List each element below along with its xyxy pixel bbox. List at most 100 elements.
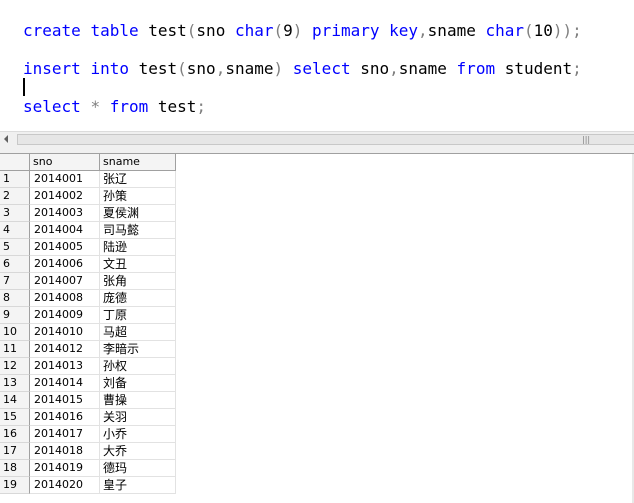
results-grid[interactable]: sno sname 1 2014001 张辽 2 2014002 孙策 3 2014003 夏侯… [0, 154, 634, 503]
cell-sno[interactable]: 2014008 [30, 290, 100, 307]
sql-keyword: char [234, 21, 274, 40]
cell-sname[interactable]: 曹操 [100, 392, 176, 409]
table-row[interactable]: 9 2014009 丁原 [0, 307, 176, 324]
table-row[interactable]: 1 2014001 张辽 [0, 171, 176, 188]
cell-sno[interactable]: 2014012 [30, 341, 100, 358]
row-number[interactable]: 13 [0, 375, 30, 392]
row-number[interactable]: 15 [0, 409, 30, 426]
cell-sno[interactable]: 2014019 [30, 460, 100, 477]
table-row[interactable]: 17 2014018 大乔 [0, 443, 176, 460]
row-number[interactable]: 17 [0, 443, 30, 460]
grid-corner[interactable] [0, 154, 30, 171]
scroll-left-arrow-icon[interactable] [4, 135, 8, 143]
cell-sno[interactable]: 2014009 [30, 307, 100, 324]
sql-operator: ) [273, 59, 284, 78]
pane-splitter[interactable] [0, 147, 634, 154]
sql-keyword: from [456, 59, 496, 78]
cell-sname[interactable]: 文丑 [100, 256, 176, 273]
sql-token: test [128, 59, 178, 78]
table-row[interactable]: 7 2014007 张角 [0, 273, 176, 290]
table-row[interactable]: 13 2014014 刘备 [0, 375, 176, 392]
row-number[interactable]: 19 [0, 477, 30, 494]
cell-sname[interactable]: 小乔 [100, 426, 176, 443]
cell-sno[interactable]: 2014007 [30, 273, 100, 290]
row-number[interactable]: 5 [0, 239, 30, 256]
cell-sname[interactable]: 马超 [100, 324, 176, 341]
cell-sno[interactable]: 2014015 [30, 392, 100, 409]
table-row[interactable]: 2 2014002 孙策 [0, 188, 176, 205]
row-number[interactable]: 4 [0, 222, 30, 239]
row-number[interactable]: 10 [0, 324, 30, 341]
cell-sname[interactable]: 夏侯渊 [100, 205, 176, 222]
cell-sno[interactable]: 2014017 [30, 426, 100, 443]
cell-sno[interactable]: 2014018 [30, 443, 100, 460]
cell-sname[interactable]: 张辽 [100, 171, 176, 188]
table-row[interactable]: 6 2014006 文丑 [0, 256, 176, 273]
cell-sno[interactable]: 2014005 [30, 239, 100, 256]
row-number[interactable]: 2 [0, 188, 30, 205]
scrollbar-thumb[interactable] [17, 134, 634, 145]
row-number[interactable]: 3 [0, 205, 30, 222]
column-header-sno[interactable]: sno [30, 154, 100, 171]
row-number[interactable]: 8 [0, 290, 30, 307]
cell-sno[interactable]: 2014020 [30, 477, 100, 494]
row-number[interactable]: 9 [0, 307, 30, 324]
table-row[interactable]: 15 2014016 关羽 [0, 409, 176, 426]
row-number[interactable]: 11 [0, 341, 30, 358]
table-row[interactable]: 16 2014017 小乔 [0, 426, 176, 443]
row-number[interactable]: 7 [0, 273, 30, 290]
sql-operator: ( [186, 21, 197, 40]
sql-keyword: table [90, 21, 139, 40]
editor-horizontal-scrollbar[interactable]: ||| [0, 131, 634, 147]
sql-token: sname [398, 59, 457, 78]
cell-sname[interactable]: 庞德 [100, 290, 176, 307]
cell-sname[interactable]: 关羽 [100, 409, 176, 426]
cell-sno[interactable]: 2014001 [30, 171, 100, 188]
cell-sname[interactable]: 孙权 [100, 358, 176, 375]
table-row[interactable]: 12 2014013 孙权 [0, 358, 176, 375]
table-row[interactable]: 14 2014015 曹操 [0, 392, 176, 409]
cell-sname[interactable]: 李暗示 [100, 341, 176, 358]
cell-sname[interactable]: 丁原 [100, 307, 176, 324]
sql-keyword: insert [23, 59, 81, 78]
cell-sno[interactable]: 2014002 [30, 188, 100, 205]
cell-sname[interactable]: 德玛 [100, 460, 176, 477]
cell-sname[interactable]: 司马懿 [100, 222, 176, 239]
column-header-sname[interactable]: sname [100, 154, 176, 171]
cell-sname[interactable]: 孙策 [100, 188, 176, 205]
table-row[interactable]: 18 2014019 德玛 [0, 460, 176, 477]
cell-sno[interactable]: 2014003 [30, 205, 100, 222]
cell-sname[interactable]: 张角 [100, 273, 176, 290]
cell-sname[interactable]: 陆逊 [100, 239, 176, 256]
cell-sno[interactable]: 2014004 [30, 222, 100, 239]
cell-sno[interactable]: 2014014 [30, 375, 100, 392]
cell-sno[interactable]: 2014006 [30, 256, 100, 273]
sql-keyword: create [23, 21, 81, 40]
cell-sno[interactable]: 2014010 [30, 324, 100, 341]
table-row[interactable]: 5 2014005 陆逊 [0, 239, 176, 256]
row-number[interactable]: 16 [0, 426, 30, 443]
row-number[interactable]: 6 [0, 256, 30, 273]
cell-sno[interactable]: 2014016 [30, 409, 100, 426]
row-number[interactable]: 1 [0, 171, 30, 188]
table-row[interactable]: 10 2014010 马超 [0, 324, 176, 341]
sql-token: student [495, 59, 573, 78]
sql-editor[interactable]: create table test(sno char(9) primary ke… [0, 0, 634, 131]
table-row[interactable]: 4 2014004 司马懿 [0, 222, 176, 239]
sql-token: sno [196, 21, 235, 40]
table-row[interactable]: 3 2014003 夏侯渊 [0, 205, 176, 222]
table-row[interactable]: 19 2014020 皇子 [0, 477, 176, 494]
cell-sno[interactable]: 2014013 [30, 358, 100, 375]
sql-token: sno [186, 59, 216, 78]
cell-sname[interactable]: 刘备 [100, 375, 176, 392]
row-number[interactable]: 18 [0, 460, 30, 477]
table-row[interactable]: 11 2014012 李暗示 [0, 341, 176, 358]
sql-token: sno [350, 59, 390, 78]
table-row[interactable]: 8 2014008 庞德 [0, 290, 176, 307]
row-number[interactable]: 12 [0, 358, 30, 375]
row-number[interactable]: 14 [0, 392, 30, 409]
cell-sname[interactable]: 皇子 [100, 477, 176, 494]
cell-sname[interactable]: 大乔 [100, 443, 176, 460]
